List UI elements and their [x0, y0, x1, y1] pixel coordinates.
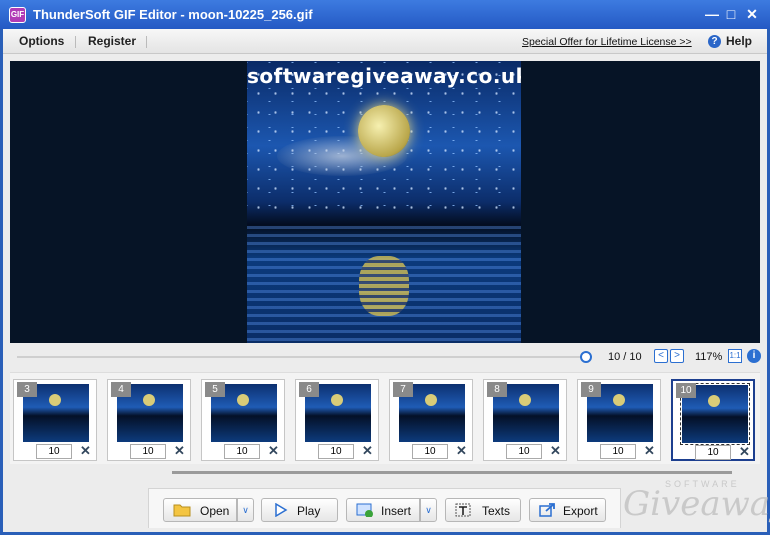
- frame-number: 7: [393, 382, 413, 397]
- timeline-thumb[interactable]: [580, 351, 592, 363]
- open-button[interactable]: Open: [163, 498, 237, 522]
- frame-delay-input[interactable]: 10: [224, 444, 260, 459]
- delete-frame-icon[interactable]: ✕: [739, 444, 750, 460]
- preview-canvas: softwaregiveaway.co.uk: [10, 61, 760, 343]
- frame-card[interactable]: 8 10 ✕: [483, 379, 567, 461]
- frame-number: 9: [581, 382, 601, 397]
- play-button[interactable]: Play: [261, 498, 338, 522]
- brand-watermark: Giveaway: [623, 484, 770, 524]
- folder-icon: [173, 504, 191, 517]
- insert-dropdown-icon[interactable]: ∨: [420, 498, 437, 522]
- insert-button[interactable]: Insert: [346, 498, 420, 522]
- close-button[interactable]: ✕: [743, 5, 761, 23]
- previous-frame-button[interactable]: <: [654, 349, 668, 363]
- menu-bar: Options Register Special Offer for Lifet…: [3, 29, 767, 54]
- frames-strip: 3 10 ✕ 4 10 ✕ 5 10 ✕ 6 10 ✕ 7 10 ✕ 8 10 …: [10, 372, 760, 464]
- export-button[interactable]: Export: [529, 498, 606, 522]
- frame-number: 5: [205, 382, 225, 397]
- title-bar: GIF ThunderSoft GIF Editor - moon-10225_…: [0, 0, 770, 29]
- timeline-track[interactable]: [17, 356, 583, 358]
- play-label: Play: [297, 504, 321, 518]
- frame-card[interactable]: 4 10 ✕: [107, 379, 191, 461]
- delete-frame-icon[interactable]: ✕: [80, 443, 91, 459]
- gif-preview-image: softwaregiveaway.co.uk: [247, 61, 521, 343]
- app-gif-icon: GIF: [9, 7, 26, 23]
- help-icon[interactable]: ?: [708, 35, 721, 48]
- texts-label: Texts: [482, 504, 511, 518]
- delete-frame-icon[interactable]: ✕: [174, 443, 185, 459]
- image-watermark: softwaregiveaway.co.uk: [247, 64, 521, 88]
- frame-card[interactable]: 7 10 ✕: [389, 379, 473, 461]
- menu-separator: [75, 36, 76, 48]
- special-offer-link[interactable]: Special Offer for Lifetime License >>: [522, 36, 692, 48]
- frame-delay-input[interactable]: 10: [695, 445, 731, 460]
- maximize-button[interactable]: □: [722, 5, 740, 23]
- moon: [358, 105, 410, 157]
- delete-frame-icon[interactable]: ✕: [362, 443, 373, 459]
- frame-delay-input[interactable]: 10: [412, 444, 448, 459]
- open-dropdown-icon[interactable]: ∨: [237, 498, 254, 522]
- menu-options[interactable]: Options: [19, 34, 64, 48]
- insert-label: Insert: [381, 504, 412, 518]
- frame-card[interactable]: 9 10 ✕: [577, 379, 661, 461]
- delete-frame-icon[interactable]: ✕: [456, 443, 467, 459]
- insert-image-icon: [356, 503, 373, 517]
- frame-delay-input[interactable]: 10: [130, 444, 166, 459]
- frame-card[interactable]: 3 10 ✕: [13, 379, 97, 461]
- actual-size-button[interactable]: 1:1: [728, 349, 742, 363]
- frame-card[interactable]: 6 10 ✕: [295, 379, 379, 461]
- open-label: Open: [200, 504, 230, 518]
- texts-button[interactable]: Texts: [445, 498, 521, 522]
- window-title: ThunderSoft GIF Editor - moon-10225_256.…: [33, 7, 313, 22]
- frame-delay-input[interactable]: 10: [600, 444, 636, 459]
- next-frame-button[interactable]: >: [670, 349, 684, 363]
- export-icon: [539, 503, 555, 517]
- text-icon: [455, 503, 471, 517]
- frames-scrollbar-thumb[interactable]: [172, 471, 732, 474]
- main-window: Options Register Special Offer for Lifet…: [3, 29, 770, 532]
- menu-register[interactable]: Register: [88, 34, 136, 48]
- help-button[interactable]: Help: [726, 34, 752, 48]
- frame-card[interactable]: 5 10 ✕: [201, 379, 285, 461]
- zoom-level: 117%: [695, 351, 723, 363]
- delete-frame-icon[interactable]: ✕: [268, 443, 279, 459]
- delete-frame-icon[interactable]: ✕: [644, 443, 655, 459]
- export-label: Export: [563, 504, 598, 518]
- frame-number: 4: [111, 382, 131, 397]
- frame-delay-input[interactable]: 10: [506, 444, 542, 459]
- frame-delay-input[interactable]: 10: [318, 444, 354, 459]
- delete-frame-icon[interactable]: ✕: [550, 443, 561, 459]
- moon-reflection: [359, 256, 409, 316]
- minimize-button[interactable]: —: [703, 5, 721, 23]
- frame-delay-input[interactable]: 10: [36, 444, 72, 459]
- info-icon[interactable]: i: [747, 349, 761, 363]
- play-icon: [275, 503, 288, 517]
- frame-number: 6: [299, 382, 319, 397]
- frame-counter: 10 / 10: [608, 351, 642, 363]
- frame-card-selected[interactable]: 10 10 ✕: [671, 379, 755, 461]
- frame-number: 8: [487, 382, 507, 397]
- menu-separator: [146, 36, 147, 48]
- frames-scrollbar[interactable]: [10, 467, 760, 481]
- frame-number: 10: [676, 383, 696, 398]
- frame-number: 3: [17, 382, 37, 397]
- bottom-toolbar: Open ∨ Play Insert ∨ Texts Export: [148, 488, 621, 528]
